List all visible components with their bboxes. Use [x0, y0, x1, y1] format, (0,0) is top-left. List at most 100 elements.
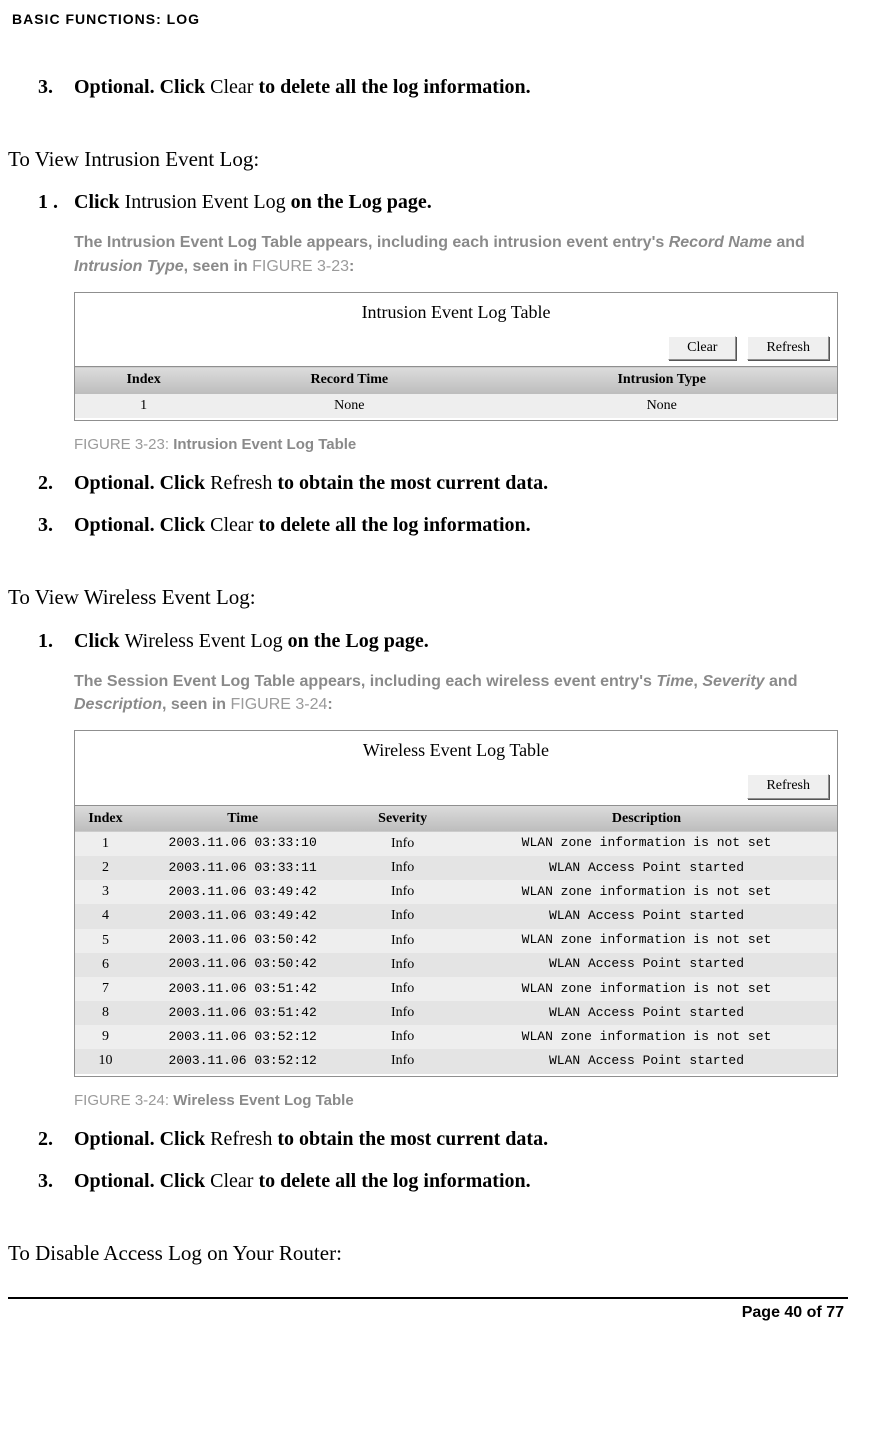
- table-cell: 2003.11.06 03:33:11: [136, 856, 349, 880]
- table-cell: 2003.11.06 03:50:42: [136, 953, 349, 977]
- table-cell: Info: [349, 856, 456, 880]
- table-cell: WLAN Access Point started: [456, 904, 837, 928]
- table-cell: 6: [75, 953, 136, 977]
- footer-rule: [8, 1297, 848, 1299]
- table-cell: 1: [75, 832, 136, 856]
- step-a1: 1 . Click Intrusion Event Log on the Log…: [38, 189, 848, 215]
- table-cell: 4: [75, 904, 136, 928]
- gray-note-b: The Session Event Log Table appears, inc…: [74, 670, 838, 716]
- col-index: Index: [75, 805, 136, 832]
- table-row: 42003.11.06 03:49:42InfoWLAN Access Poin…: [75, 904, 837, 928]
- step-a3: 3. Optional. Click Clear to delete all t…: [38, 512, 848, 538]
- step-text-mid: Clear: [210, 514, 253, 536]
- col-index: Index: [75, 367, 212, 394]
- table-cell: 2003.11.06 03:51:42: [136, 1001, 349, 1025]
- table-cell: WLAN Access Point started: [456, 1049, 837, 1073]
- col-severity: Severity: [349, 805, 456, 832]
- step-text-mid: Clear: [210, 76, 253, 98]
- table-cell: WLAN Access Point started: [456, 856, 837, 880]
- step-text-mid: Clear: [210, 1170, 253, 1192]
- table-cell: 2003.11.06 03:51:42: [136, 977, 349, 1001]
- table-cell: 2003.11.06 03:33:10: [136, 832, 349, 856]
- step-text-bold2: on the Log page.: [286, 191, 432, 213]
- figure-wireless-table: Wireless Event Log Table Refresh Index T…: [74, 730, 838, 1077]
- table-cell: 2003.11.06 03:49:42: [136, 880, 349, 904]
- table-row: 12003.11.06 03:33:10InfoWLAN zone inform…: [75, 832, 837, 856]
- table-cell: None: [486, 394, 837, 418]
- table-cell: 2003.11.06 03:52:12: [136, 1025, 349, 1049]
- table-row: 82003.11.06 03:51:42InfoWLAN Access Poin…: [75, 1001, 837, 1025]
- figure-title: Wireless Event Log Table: [75, 731, 837, 768]
- section-heading-wireless: To View Wireless Event Log:: [8, 584, 848, 611]
- table-cell: 5: [75, 929, 136, 953]
- intrusion-table: Index Record Time Intrusion Type 1NoneNo…: [75, 366, 837, 417]
- table-row: 102003.11.06 03:52:12InfoWLAN Access Poi…: [75, 1049, 837, 1073]
- table-cell: WLAN zone information is not set: [456, 832, 837, 856]
- col-intrusion: Intrusion Type: [486, 367, 837, 394]
- table-cell: WLAN Access Point started: [456, 1001, 837, 1025]
- step-text-bold2: on the Log page.: [283, 630, 429, 652]
- figure-caption-b: FIGURE 3-24: Wireless Event Log Table: [74, 1091, 838, 1111]
- step-text-bold: Optional. Click: [74, 1170, 210, 1192]
- step-text-bold: Optional. Click: [74, 472, 210, 494]
- step-text-mid: Intrusion Event Log: [125, 191, 286, 213]
- table-row: 72003.11.06 03:51:42InfoWLAN zone inform…: [75, 977, 837, 1001]
- step-b1: 1. Click Wireless Event Log on the Log p…: [38, 628, 848, 654]
- table-cell: Info: [349, 929, 456, 953]
- table-cell: WLAN zone information is not set: [456, 977, 837, 1001]
- table-cell: Info: [349, 1025, 456, 1049]
- col-description: Description: [456, 805, 837, 832]
- page-footer: Page 40 of 77: [8, 1303, 848, 1324]
- wireless-table: Index Time Severity Description 12003.11…: [75, 805, 837, 1074]
- table-row: 92003.11.06 03:52:12InfoWLAN zone inform…: [75, 1025, 837, 1049]
- table-cell: WLAN Access Point started: [456, 953, 837, 977]
- step-text-bold2: to delete all the log information.: [253, 514, 530, 536]
- step-text-bold2: to delete all the log information.: [253, 1170, 530, 1192]
- step-text-bold: Click: [74, 630, 125, 652]
- table-cell: 8: [75, 1001, 136, 1025]
- table-cell: 10: [75, 1049, 136, 1073]
- step-number: 3.: [38, 512, 74, 538]
- table-row: 22003.11.06 03:33:11InfoWLAN Access Poin…: [75, 856, 837, 880]
- gray-note-a: The Intrusion Event Log Table appears, i…: [74, 231, 838, 277]
- section-heading-disable: To Disable Access Log on Your Router:: [8, 1240, 848, 1267]
- step-text-bold: Optional. Click: [74, 514, 210, 536]
- table-cell: 2: [75, 856, 136, 880]
- table-row: 52003.11.06 03:50:42InfoWLAN zone inform…: [75, 929, 837, 953]
- table-cell: 2003.11.06 03:50:42: [136, 929, 349, 953]
- table-cell: Info: [349, 904, 456, 928]
- step-number: 1 .: [38, 189, 74, 215]
- step-top-3: 3. Optional. Click Clear to delete all t…: [38, 74, 848, 100]
- step-text-mid: Refresh: [210, 1128, 272, 1150]
- step-a2: 2. Optional. Click Refresh to obtain the…: [38, 470, 848, 496]
- table-cell: 7: [75, 977, 136, 1001]
- step-b3: 3. Optional. Click Clear to delete all t…: [38, 1168, 848, 1194]
- section-heading-intrusion: To View Intrusion Event Log:: [8, 146, 848, 173]
- table-cell: Info: [349, 880, 456, 904]
- col-record-time: Record Time: [212, 367, 486, 394]
- step-text-bold: Click: [74, 191, 125, 213]
- step-text-bold2: to obtain the most current data.: [272, 1128, 548, 1150]
- refresh-button[interactable]: Refresh: [747, 336, 829, 360]
- step-b2: 2. Optional. Click Refresh to obtain the…: [38, 1126, 848, 1152]
- step-number: 3.: [38, 1168, 74, 1194]
- table-cell: 9: [75, 1025, 136, 1049]
- table-cell: 3: [75, 880, 136, 904]
- table-cell: 2003.11.06 03:52:12: [136, 1049, 349, 1073]
- clear-button[interactable]: Clear: [668, 336, 736, 360]
- figure-intrusion-table: Intrusion Event Log Table Clear Refresh …: [74, 292, 838, 421]
- step-number: 2.: [38, 470, 74, 496]
- step-number: 2.: [38, 1126, 74, 1152]
- step-text-mid: Wireless Event Log: [125, 630, 283, 652]
- table-row: 32003.11.06 03:49:42InfoWLAN zone inform…: [75, 880, 837, 904]
- step-number: 1.: [38, 628, 74, 654]
- table-cell: Info: [349, 953, 456, 977]
- step-text-mid: Refresh: [210, 472, 272, 494]
- table-cell: WLAN zone information is not set: [456, 880, 837, 904]
- table-row: 1NoneNone: [75, 394, 837, 418]
- refresh-button[interactable]: Refresh: [747, 774, 829, 798]
- step-text-bold2: to obtain the most current data.: [272, 472, 548, 494]
- table-cell: WLAN zone information is not set: [456, 929, 837, 953]
- step-number: 3.: [38, 74, 74, 100]
- figure-caption-a: FIGURE 3-23: Intrusion Event Log Table: [74, 435, 838, 455]
